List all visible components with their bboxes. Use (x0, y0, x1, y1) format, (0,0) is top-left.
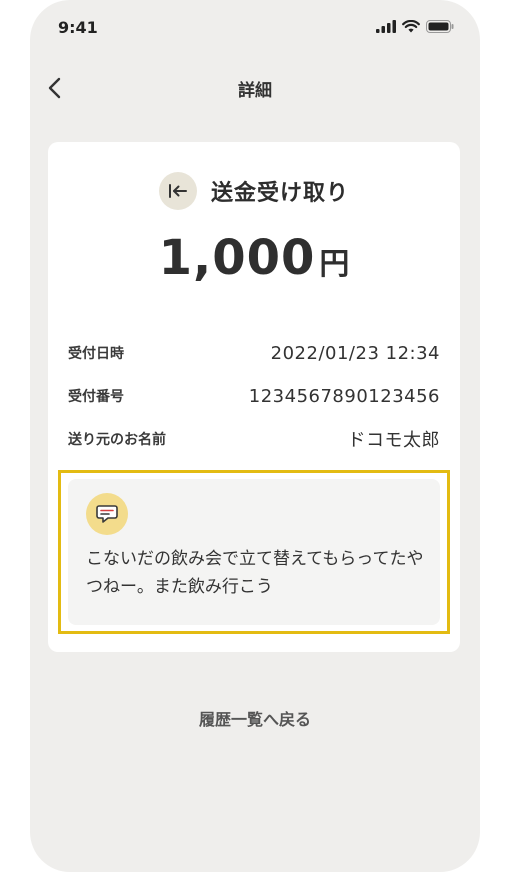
status-bar: 9:41 (30, 0, 480, 60)
message-icon (86, 493, 128, 535)
detail-label: 受付日時 (68, 346, 124, 362)
signal-icon (376, 20, 396, 33)
transaction-type: 送金受け取り (210, 181, 349, 206)
message-highlight-frame: こないだの飲み会で立て替えてもらってたやつねー。また飲み行こう (58, 470, 450, 634)
amount-currency: 円 (319, 247, 350, 282)
detail-value: 1234567890123456 (248, 385, 440, 407)
message-box: こないだの飲み会で立て替えてもらってたやつねー。また飲み行こう (68, 479, 440, 625)
detail-value: ドコモ太郎 (347, 430, 440, 451)
message-text: こないだの飲み会で立て替えてもらってたやつねー。また飲み行こう (86, 549, 424, 597)
detail-row-received-datetime: 受付日時 2022/01/23 12:34 (68, 338, 440, 368)
navigation-bar: 詳細 (30, 64, 480, 112)
receive-icon (158, 172, 197, 210)
amount-value: 1,000 (158, 230, 316, 286)
status-icons (376, 20, 454, 33)
page-title: 詳細 (238, 81, 272, 101)
back-to-history-link[interactable]: 履歴一覧へ戻る (30, 706, 480, 730)
detail-row-receipt-number: 受付番号 1234567890123456 (68, 381, 440, 411)
amount: 1,000 円 (48, 230, 460, 286)
detail-value: 2022/01/23 12:34 (270, 342, 440, 364)
detail-row-sender-name: 送り元のお名前 ドコモ太郎 (68, 424, 440, 454)
transaction-card: 送金受け取り 1,000 円 受付日時 2022/01/23 12:34 受付番… (48, 142, 460, 652)
status-time: 9:41 (58, 18, 98, 37)
transaction-header: 送金受け取り (48, 172, 460, 210)
detail-label: 受付番号 (68, 389, 124, 405)
wifi-icon (402, 20, 420, 33)
phone-screen: 9:41 詳細 送金受け取り 1,000 円 受付日時 2022/01/23 1… (30, 0, 480, 872)
battery-icon (426, 20, 454, 33)
detail-label: 送り元のお名前 (68, 432, 166, 448)
